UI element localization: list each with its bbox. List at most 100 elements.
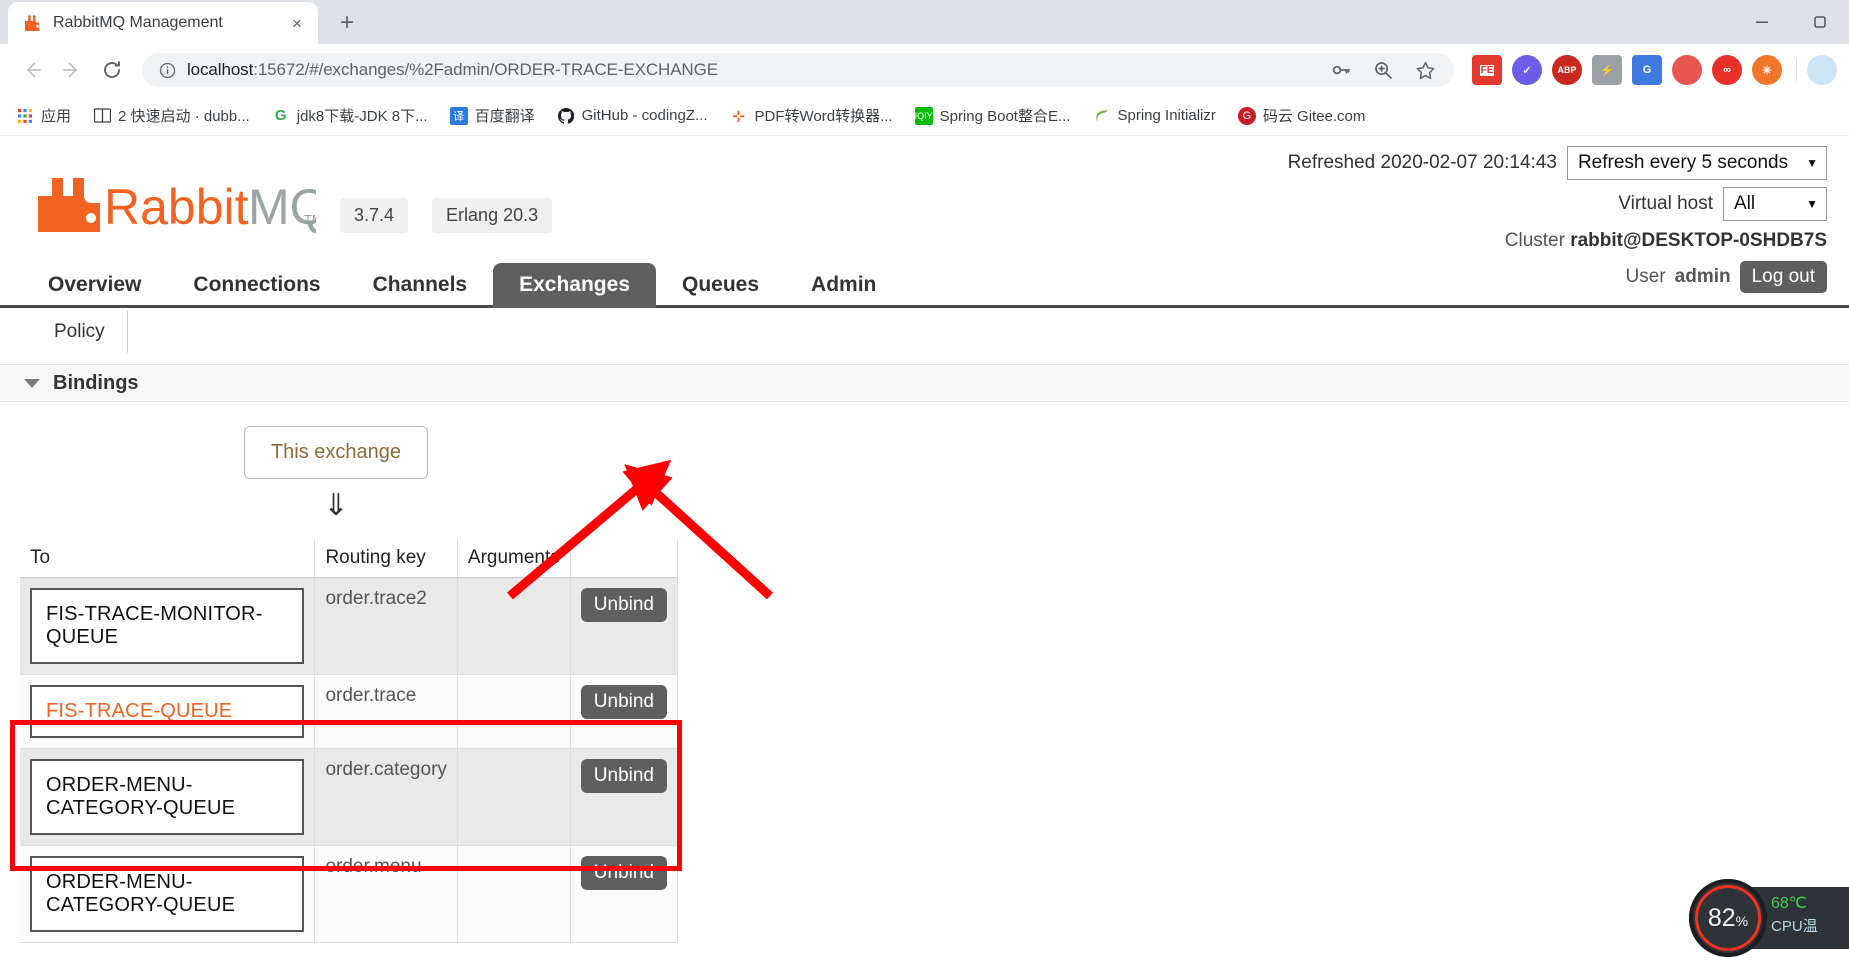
bookmark-label: Spring Initializr xyxy=(1117,107,1216,124)
maximize-icon[interactable] xyxy=(1791,0,1849,44)
bookmark-apps[interactable]: 应用 xyxy=(8,101,79,130)
bookmark-jdk8[interactable]: G jdk8下载-JDK 8下... xyxy=(264,101,436,130)
bookmark-label: Spring Boot整合E... xyxy=(939,108,1071,125)
forward-arrow-icon[interactable] xyxy=(52,50,92,90)
tab-queues[interactable]: Queues xyxy=(656,263,785,308)
table-row: FIS-TRACE-QUEUE order.trace Unbind xyxy=(20,674,679,749)
browser-toolbar: localhost:15672/#/exchanges/%2Fadmin/ORD… xyxy=(0,44,1849,96)
abp-extension-icon[interactable]: ABP xyxy=(1552,55,1582,85)
cpu-usage-value: 82% xyxy=(1708,904,1748,933)
this-exchange-node[interactable]: This exchange xyxy=(243,426,429,479)
queue-link[interactable]: ORDER-MENU-CATEGORY-QUEUE xyxy=(30,759,305,835)
cell-actions: Unbind xyxy=(570,674,679,749)
svg-text:Rabbit: Rabbit xyxy=(104,179,249,234)
cell-to: ORDER-MENU-CATEGORY-QUEUE xyxy=(20,845,316,943)
bookmark-gitee[interactable]: G 码云 Gitee.com xyxy=(1230,101,1374,130)
new-tab-button[interactable]: + xyxy=(330,6,364,40)
github-icon xyxy=(557,107,575,125)
bookmark-spring-boot[interactable]: IQIY Spring Boot整合E... xyxy=(907,101,1079,130)
tab-connections[interactable]: Connections xyxy=(167,263,346,308)
app-header: Rabbit MQ TM 3.7.4 Erlang 20.3 Refreshed… xyxy=(0,136,1849,293)
bookmark-spring-initializr[interactable]: Spring Initializr xyxy=(1085,103,1224,129)
bookmark-baidu-translate[interactable]: 译 百度翻译 xyxy=(442,101,543,130)
bookmark-label: jdk8下载-JDK 8下... xyxy=(296,108,428,125)
pdf-icon: ⊹ xyxy=(732,107,745,125)
table-header-row: To Routing key Arguments xyxy=(20,539,679,578)
bindings-table: To Routing key Arguments FIS-TRACE-MONIT… xyxy=(20,539,679,943)
color-flower-extension-icon[interactable] xyxy=(1672,55,1702,85)
tab-channels[interactable]: Channels xyxy=(347,263,494,308)
url-host: localhost xyxy=(187,60,254,79)
cell-arguments xyxy=(457,748,571,846)
queue-link[interactable]: FIS-TRACE-QUEUE xyxy=(30,685,305,738)
back-arrow-icon[interactable] xyxy=(12,50,52,90)
refresh-row: Refreshed 2020-02-07 20:14:43 Refresh ev… xyxy=(1288,146,1827,180)
cpu-temperature: 68℃ xyxy=(1771,895,1807,912)
exchange-diagram: This exchange ⇓ xyxy=(0,426,672,521)
tab-overview[interactable]: Overview xyxy=(22,263,167,308)
unbind-button[interactable]: Unbind xyxy=(580,759,667,793)
book-icon xyxy=(93,107,111,125)
cell-routing-key: order.trace xyxy=(314,674,458,749)
bindings-section-header[interactable]: Bindings xyxy=(0,364,1849,402)
cpu-usage-number: 82 xyxy=(1707,903,1736,932)
apps-grid-icon xyxy=(16,107,34,125)
cpu-monitor-widget[interactable]: 68℃ CPU温 82% xyxy=(1689,879,1849,957)
cell-actions: Unbind xyxy=(570,748,679,846)
bindings-table-wrapper: To Routing key Arguments FIS-TRACE-MONIT… xyxy=(0,539,1849,943)
extensions-row: FE ✓ ABP ⚡ G ∞ ✳ xyxy=(1462,55,1837,85)
cell-arguments xyxy=(457,577,571,675)
close-icon[interactable]: × xyxy=(286,12,308,34)
omnibox-actions xyxy=(1314,55,1440,85)
info-circle-icon[interactable] xyxy=(157,60,177,80)
reload-icon[interactable] xyxy=(92,50,132,90)
address-bar-url: localhost:15672/#/exchanges/%2Fadmin/ORD… xyxy=(187,60,718,80)
tab-admin[interactable]: Admin xyxy=(785,263,902,308)
bookmark-label: GitHub - codingZ... xyxy=(581,107,708,124)
column-header-actions xyxy=(570,539,679,578)
unbind-button[interactable]: Unbind xyxy=(580,856,667,890)
flash-extension-icon[interactable]: ⚡ xyxy=(1592,55,1622,85)
column-header-to[interactable]: To xyxy=(20,539,316,578)
tab-exchanges[interactable]: Exchanges xyxy=(493,263,656,308)
svg-text:TM: TM xyxy=(304,212,316,227)
minimize-icon[interactable] xyxy=(1733,0,1791,44)
key-icon[interactable] xyxy=(1326,55,1356,85)
cell-to: ORDER-MENU-CATEGORY-QUEUE xyxy=(20,748,316,846)
rabbitmq-management-page: Rabbit MQ TM 3.7.4 Erlang 20.3 Refreshed… xyxy=(0,136,1849,975)
refresh-interval-select[interactable]: Refresh every 5 seconds ▼ xyxy=(1566,146,1827,180)
queue-link[interactable]: FIS-TRACE-MONITOR-QUEUE xyxy=(30,588,305,664)
cpu-temperature-label: CPU温 xyxy=(1771,918,1818,935)
star-icon[interactable] xyxy=(1410,55,1440,85)
cluster-name: rabbit@DESKTOP-0SHDB7S xyxy=(1570,230,1827,251)
infinity-extension-icon[interactable]: ∞ xyxy=(1712,55,1742,85)
zoom-search-icon[interactable] xyxy=(1368,55,1398,85)
bookmark-github[interactable]: GitHub - codingZ... xyxy=(549,103,716,129)
weather-extension-icon[interactable] xyxy=(1807,55,1837,85)
rabbitmq-logo[interactable]: Rabbit MQ TM xyxy=(36,176,329,239)
address-bar[interactable]: localhost:15672/#/exchanges/%2Fadmin/ORD… xyxy=(142,53,1454,87)
column-header-arguments[interactable]: Arguments xyxy=(457,539,571,578)
fe-extension-icon[interactable]: FE xyxy=(1472,55,1502,85)
cell-to: FIS-TRACE-MONITOR-QUEUE xyxy=(20,577,316,675)
bookmark-dubbo[interactable]: 2 快速启动 · dubb... xyxy=(85,101,258,130)
check-circle-extension-icon[interactable]: ✓ xyxy=(1512,55,1542,85)
cell-arguments xyxy=(457,845,571,943)
vhost-select[interactable]: All ▼ xyxy=(1723,187,1827,221)
subnav-item-policy[interactable]: Policy xyxy=(42,311,128,353)
cell-to: FIS-TRACE-QUEUE xyxy=(20,674,316,749)
version-badge: 3.7.4 xyxy=(340,198,409,233)
google-translate-extension-icon[interactable]: G xyxy=(1632,55,1662,85)
orange-circle-extension-icon[interactable]: ✳ xyxy=(1752,55,1782,85)
column-header-routing-key[interactable]: Routing key xyxy=(314,539,458,578)
unbind-button[interactable]: Unbind xyxy=(580,685,667,719)
unbind-button[interactable]: Unbind xyxy=(580,588,667,622)
refreshed-timestamp: Refreshed 2020-02-07 20:14:43 xyxy=(1287,152,1557,173)
browser-tab[interactable]: RabbitMQ Management × xyxy=(8,2,318,44)
queue-link[interactable]: ORDER-MENU-CATEGORY-QUEUE xyxy=(30,856,305,932)
refresh-interval-value: Refresh every 5 seconds xyxy=(1577,152,1789,173)
chevron-down-icon: ▼ xyxy=(1806,197,1818,211)
url-path: :15672/#/exchanges/%2Fadmin/ORDER-TRACE-… xyxy=(253,60,718,79)
bookmark-pdf-to-word[interactable]: ⊹ PDF转Word转换器... xyxy=(722,101,901,130)
gitee-icon: G xyxy=(1237,106,1256,125)
